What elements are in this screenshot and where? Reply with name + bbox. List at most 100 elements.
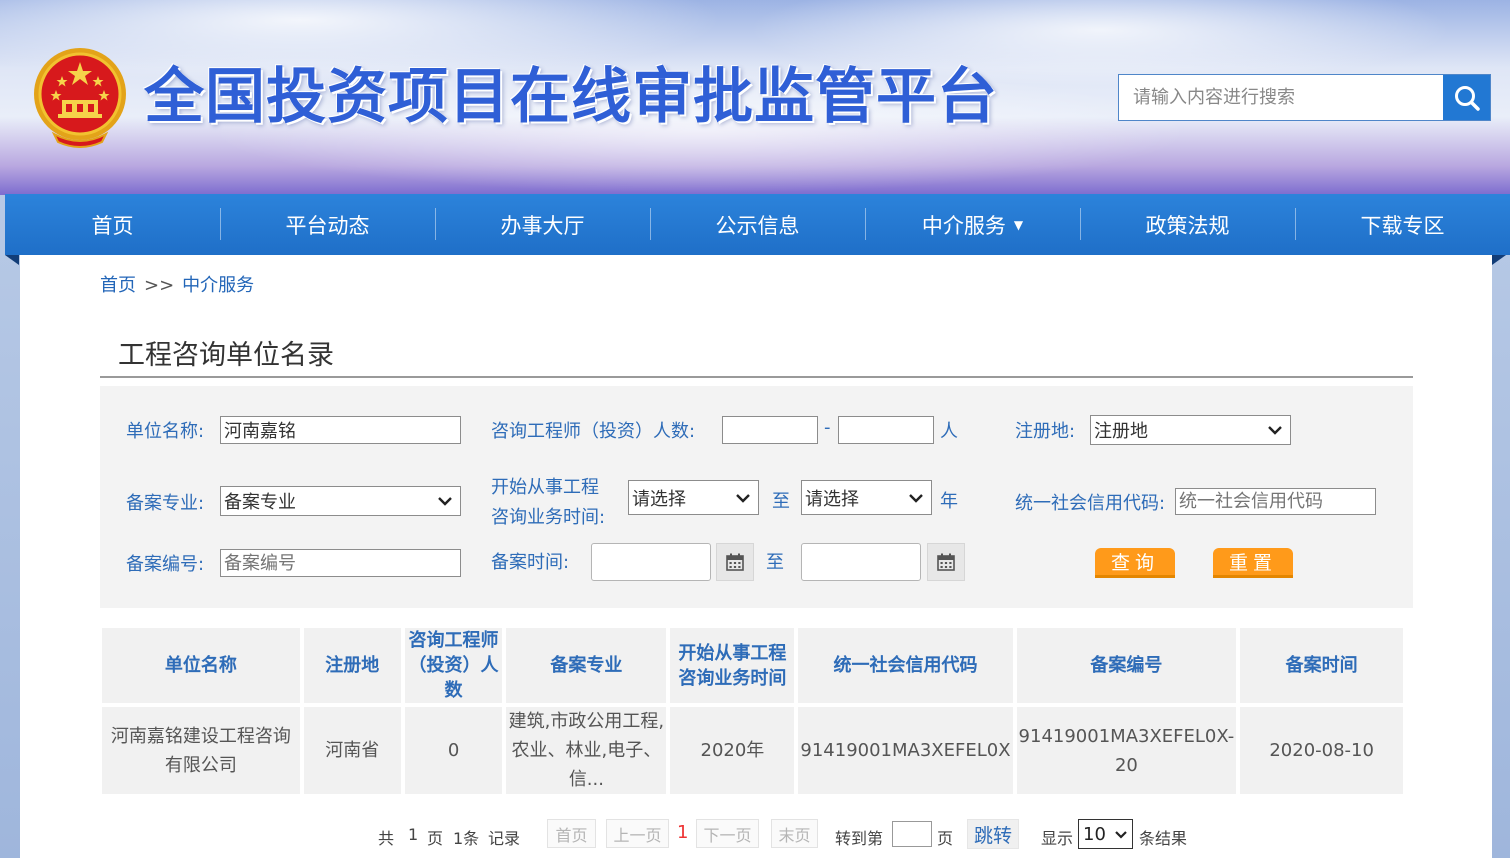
search-box	[1118, 74, 1491, 121]
breadcrumb-current-link[interactable]: 中介服务	[182, 275, 254, 296]
pager-record-unit: 记录	[488, 829, 521, 848]
page-size-value: 10	[1083, 823, 1106, 845]
main-nav: 首页 平台动态 办事大厅 公示信息 中介服务 ▼ 政策法规 下载专区	[5, 194, 1510, 255]
record-time-to-label: 至	[766, 552, 784, 573]
table-cell-reg-place: 河南省	[303, 707, 401, 794]
chevron-down-icon	[1115, 830, 1127, 839]
search-input[interactable]	[1119, 75, 1443, 120]
nav-item-download[interactable]: 下载专区	[1295, 194, 1510, 255]
search-button[interactable]	[1443, 75, 1490, 120]
title-divider	[100, 376, 1413, 378]
reg-place-select[interactable]: 注册地	[1090, 415, 1291, 445]
pager-total-prefix: 共	[378, 829, 395, 848]
nav-item-policy[interactable]: 政策法规	[1080, 194, 1295, 255]
specialty-select[interactable]: 备案专业	[220, 486, 461, 516]
start-year-to-select[interactable]: 请选择	[801, 480, 932, 515]
main-content: 首页 >> 中介服务 工程咨询单位名录 单位名称: 咨询工程师（投资）人数: - 人…	[20, 255, 1492, 858]
calendar-icon	[726, 553, 744, 571]
record-time-to-input[interactable]	[801, 543, 921, 581]
first-page-button[interactable]: 首页	[547, 819, 596, 848]
column-header: 咨询工程师（投资）人数	[404, 628, 503, 703]
record-no-label: 备案编号:	[126, 554, 205, 575]
next-page-button[interactable]: 下一页	[696, 819, 759, 848]
site-header: 全国投资项目在线审批监管平台	[0, 0, 1510, 195]
nav-item-home[interactable]: 首页	[5, 194, 220, 255]
caret-down-icon: ▼	[1013, 217, 1024, 232]
nav-item-public-info[interactable]: 公示信息	[650, 194, 865, 255]
unit-name-label: 单位名称:	[126, 421, 205, 442]
breadcrumb-separator: >>	[144, 275, 175, 296]
nav-item-platform-news[interactable]: 平台动态	[220, 194, 435, 255]
calendar-icon	[937, 553, 955, 571]
column-header: 备案编号	[1016, 628, 1237, 703]
jump-button[interactable]: 跳转	[967, 819, 1019, 849]
specialty-select-value: 备案专业	[224, 492, 296, 513]
engineer-count-max-input[interactable]	[838, 416, 934, 444]
results-table: 单位名称 注册地 咨询工程师（投资）人数 备案专业 开始从事工程咨询业务时间 统…	[98, 624, 1407, 798]
pager-page-unit: 页	[427, 829, 444, 848]
goto-page-label: 转到第	[835, 829, 884, 848]
start-time-label-line2: 咨询业务时间:	[491, 507, 606, 528]
national-emblem-icon	[34, 48, 126, 148]
engineer-count-min-input[interactable]	[722, 416, 818, 444]
page-title: 工程咨询单位名录	[118, 340, 334, 371]
nav-item-label: 政策法规	[1145, 213, 1230, 238]
query-button[interactable]: 查询	[1095, 548, 1175, 578]
calendar-button-to[interactable]	[927, 543, 965, 581]
table-cell-specialty: 建筑,市政公用工程,农业、林业,电子、信...	[506, 707, 667, 794]
start-year-to-value: 请选择	[805, 488, 859, 510]
record-time-label: 备案时间:	[491, 552, 570, 573]
table-row[interactable]: 河南嘉铭建设工程咨询有限公司 河南省 0 建筑,市政公用工程,农业、林业,电子、…	[102, 707, 1403, 794]
table-header-row: 单位名称 注册地 咨询工程师（投资）人数 备案专业 开始从事工程咨询业务时间 统…	[102, 628, 1403, 703]
nav-fold-left	[5, 255, 19, 265]
site-title: 全国投资项目在线审批监管平台	[144, 62, 998, 132]
chevron-down-icon	[1268, 426, 1282, 435]
pagination: 共 1 页 1条 记录 首页 上一页 1 下一页 末页 转到第 页 跳转 显示 …	[20, 816, 1492, 852]
reset-button[interactable]: 重置	[1213, 548, 1293, 578]
goto-page-unit: 页	[937, 829, 954, 848]
table-cell-unit-name[interactable]: 河南嘉铭建设工程咨询有限公司	[102, 707, 300, 794]
unit-name-input[interactable]	[220, 416, 461, 444]
last-page-button[interactable]: 末页	[771, 819, 818, 848]
credit-code-input[interactable]	[1175, 488, 1376, 515]
table-cell-credit-code: 91419001MA3XEFEL0X	[798, 707, 1013, 794]
table-cell-record-time: 2020-08-10	[1240, 707, 1403, 794]
column-header: 开始从事工程咨询业务时间	[670, 628, 795, 703]
column-header: 备案专业	[506, 628, 667, 703]
breadcrumb-home-link[interactable]: 首页	[100, 275, 136, 296]
record-no-input[interactable]	[220, 549, 461, 577]
goto-page-input[interactable]	[892, 821, 932, 847]
person-unit-label: 人	[940, 421, 958, 442]
column-header: 统一社会信用代码	[798, 628, 1013, 703]
nav-item-label: 办事大厅	[500, 213, 585, 238]
pager-total-records: 1条	[453, 829, 480, 848]
nav-item-label: 中介服务	[921, 213, 1006, 238]
reg-place-label: 注册地:	[1015, 421, 1076, 442]
prev-page-button[interactable]: 上一页	[606, 819, 669, 848]
engineer-count-label: 咨询工程师（投资）人数:	[491, 421, 696, 442]
column-header: 备案时间	[1240, 628, 1403, 703]
specialty-label: 备案专业:	[126, 493, 205, 514]
column-header: 单位名称	[102, 628, 300, 703]
chevron-down-icon	[736, 493, 750, 503]
nav-item-intermediary-service[interactable]: 中介服务 ▼	[865, 194, 1080, 255]
page-size-label: 显示	[1041, 829, 1074, 848]
record-time-from-input[interactable]	[591, 543, 711, 581]
reg-place-select-value: 注册地	[1094, 421, 1148, 442]
start-year-from-select[interactable]: 请选择	[628, 480, 759, 515]
table-cell-record-no: 91419001MA3XEFEL0X-20	[1016, 707, 1237, 794]
filter-panel: 单位名称: 咨询工程师（投资）人数: - 人 注册地: 注册地 备案专业: 备案…	[100, 386, 1413, 608]
nav-item-service-hall[interactable]: 办事大厅	[435, 194, 650, 255]
start-year-from-value: 请选择	[632, 488, 686, 510]
current-page-number[interactable]: 1	[677, 822, 688, 843]
range-to-label: 至	[772, 491, 790, 512]
page-size-select[interactable]: 10	[1078, 819, 1133, 849]
nav-item-label: 下载专区	[1360, 213, 1445, 238]
search-icon	[1454, 85, 1480, 111]
breadcrumb: 首页 >> 中介服务	[100, 271, 254, 297]
credit-code-label: 统一社会信用代码:	[1015, 493, 1166, 514]
table-cell-start-time: 2020年	[670, 707, 795, 794]
calendar-button-from[interactable]	[716, 543, 754, 581]
table-cell-engineer-count: 0	[404, 707, 503, 794]
nav-item-label: 首页	[91, 213, 134, 238]
